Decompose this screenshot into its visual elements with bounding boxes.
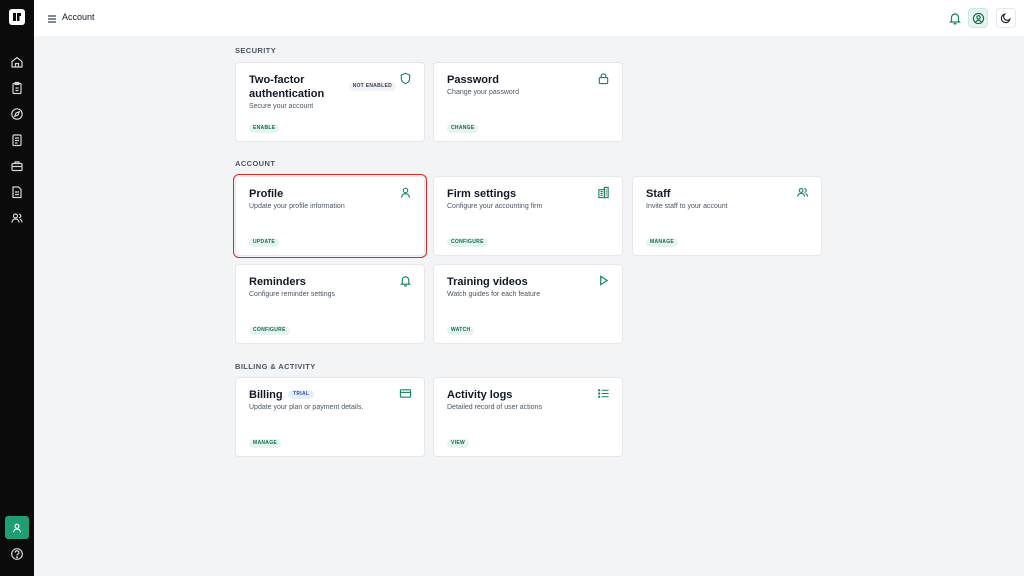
home-icon[interactable]	[10, 55, 24, 69]
list-icon	[597, 387, 610, 400]
card-title: Staff	[646, 188, 671, 200]
card-title: Billing	[249, 389, 283, 401]
briefcase-icon[interactable]	[10, 159, 24, 173]
page-title: Account	[62, 12, 95, 22]
users-icon[interactable]	[10, 211, 24, 225]
lock-icon	[597, 72, 610, 85]
top-bar: Account	[34, 0, 1024, 36]
card-description: Update your profile information	[249, 203, 345, 210]
card-title: Two-factor authentication	[249, 73, 324, 101]
menu-icon[interactable]	[46, 12, 58, 24]
manage-billing-button[interactable]: MANAGE	[249, 439, 282, 448]
play-icon	[597, 274, 610, 287]
user-icon	[13, 523, 21, 532]
document-icon[interactable]	[10, 133, 24, 147]
card-title: Password	[447, 74, 499, 86]
card-title: Activity logs	[447, 389, 513, 401]
manage-staff-button[interactable]: MANAGE	[646, 238, 679, 247]
bell-icon	[399, 274, 412, 287]
account-nav-button[interactable]	[5, 516, 29, 539]
help-icon[interactable]	[10, 547, 24, 561]
card-title-line2: authentication	[249, 88, 325, 100]
profile-card[interactable]: Profile Update your profile information …	[233, 174, 427, 258]
staff-card[interactable]: Staff Invite staff to your account MANAG…	[632, 176, 822, 256]
card-description: Watch guides for each feature	[447, 291, 541, 298]
configure-reminders-button[interactable]: CONFIGURE	[249, 326, 290, 335]
billing-card[interactable]: Billing TRIAL Update your plan or paymen…	[235, 377, 425, 457]
change-button[interactable]: CHANGE	[447, 124, 479, 133]
update-button[interactable]: UPDATE	[249, 238, 279, 247]
two-factor-card[interactable]: Two-factor authentication NOT ENABLED Se…	[235, 62, 425, 142]
shield-icon	[399, 72, 412, 85]
card-title-line1: Two-factor	[249, 74, 305, 86]
status-badge: NOT ENABLED	[348, 82, 396, 91]
file-text-icon[interactable]	[10, 185, 24, 199]
card-description: Configure your accounting firm	[447, 203, 543, 210]
card-description: Change your password	[447, 89, 519, 96]
card-description: Invite staff to your account	[646, 203, 728, 210]
compass-icon[interactable]	[10, 107, 24, 121]
card-title: Profile	[249, 188, 284, 200]
user-icon	[399, 186, 412, 199]
configure-button[interactable]: CONFIGURE	[447, 238, 488, 247]
card-title: Reminders	[249, 276, 306, 288]
view-button[interactable]: VIEW	[447, 439, 469, 448]
reminders-card[interactable]: Reminders Configure reminder settings CO…	[235, 264, 425, 344]
user-circle-icon	[972, 12, 984, 24]
clipboard-icon[interactable]	[10, 81, 24, 95]
password-card[interactable]: Password Change your password CHANGE	[433, 62, 623, 142]
users-icon	[796, 186, 809, 199]
card-description: Secure your account	[249, 103, 314, 110]
trial-badge: TRIAL	[288, 390, 315, 399]
theme-toggle-button[interactable]	[996, 8, 1016, 28]
user-avatar-button[interactable]	[968, 8, 988, 28]
building-icon	[597, 186, 610, 199]
card-description: Configure reminder settings	[249, 291, 335, 298]
card-description: Update your plan or payment details.	[249, 404, 364, 411]
section-title-billing: BILLING & ACTIVITY	[235, 362, 316, 371]
training-videos-card[interactable]: Training videos Watch guides for each fe…	[433, 264, 623, 344]
firm-settings-card[interactable]: Firm settings Configure your accounting …	[433, 176, 623, 256]
card-title: Training videos	[447, 276, 528, 288]
app-logo-icon[interactable]	[9, 9, 25, 25]
notifications-bell-icon[interactable]	[948, 11, 962, 25]
section-title-account: ACCOUNT	[235, 159, 276, 168]
card-description: Detailed record of user actions	[447, 404, 542, 411]
sidebar	[0, 0, 34, 576]
activity-logs-card[interactable]: Activity logs Detailed record of user ac…	[433, 377, 623, 457]
enable-button[interactable]: ENABLE	[249, 124, 280, 133]
section-title-security: SECURITY	[235, 46, 277, 55]
moon-icon	[1000, 13, 1011, 24]
card-title: Firm settings	[447, 188, 517, 200]
credit-card-icon	[399, 387, 412, 400]
watch-button[interactable]: WATCH	[447, 326, 475, 335]
